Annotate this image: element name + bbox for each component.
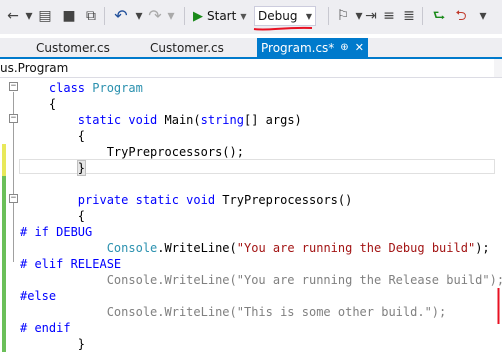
start-debugging-button[interactable]: ▶ Start ▼	[193, 6, 246, 26]
code-token: }	[20, 337, 86, 351]
format-document-icon[interactable]: ≣	[400, 6, 418, 26]
code-line[interactable]: }	[0, 160, 502, 176]
tab-label: Customer.cs	[150, 40, 224, 55]
code-token: Console.WriteLine("You are running the R…	[20, 273, 502, 287]
code-line[interactable]: # endif	[0, 320, 502, 336]
code-token: # if DEBUG	[20, 225, 93, 239]
code-text: Console.WriteLine("This is some other bu…	[20, 304, 447, 320]
code-text: Console.WriteLine("You are running the D…	[20, 240, 490, 256]
solution-configuration-select[interactable]: Debug ▼	[254, 6, 316, 26]
red-underline-annotation	[253, 26, 313, 31]
code-text: {	[20, 96, 56, 112]
matched-brace: }	[76, 160, 87, 176]
code-text: {	[20, 208, 85, 224]
start-label: Start	[207, 9, 237, 23]
tab-customer-cs-1[interactable]: Customer.cs	[36, 38, 110, 57]
code-text: {	[20, 128, 85, 144]
code-text: #else	[20, 288, 56, 304]
document-tab-bar: Customer.cs Customer.cs Program.cs* ⊕ ✕	[0, 38, 502, 57]
code-line[interactable]: # if DEBUG	[0, 224, 502, 240]
start-play-icon: ▶	[193, 8, 203, 24]
code-text: # endif	[20, 320, 71, 336]
code-token: {	[20, 129, 86, 143]
code-token: }	[20, 160, 87, 176]
code-text: # elif RELEASE	[20, 256, 121, 272]
toolbar: ← ▾ ▤ ■ ⧉ ↶ ▾ ↷ ▾ ▶ Start ▼ Debug ▼ ⚐ ▾ …	[0, 0, 502, 34]
tab-label: Customer.cs	[36, 40, 110, 55]
code-token: static void	[20, 113, 165, 127]
code-text: TryPreprocessors();	[20, 144, 244, 160]
code-line[interactable]: static void Main(string[] args)	[0, 112, 502, 128]
code-line[interactable]: Console.WriteLine("You are running the D…	[0, 240, 502, 256]
code-text: Console.WriteLine("You are running the R…	[20, 272, 502, 288]
code-line[interactable]: class Program	[0, 80, 502, 96]
code-token: [] args)	[243, 113, 302, 127]
code-line[interactable]: private static void TryPreprocessors()	[0, 192, 502, 208]
comment-icon[interactable]: ⮑	[430, 6, 448, 26]
tab-label: Program.cs*	[261, 40, 335, 55]
code-token: class	[20, 81, 93, 95]
code-text: }	[20, 160, 87, 176]
code-token: string	[200, 113, 244, 127]
code-text: private static void TryPreprocessors()	[20, 192, 353, 208]
code-token: # elif RELEASE	[20, 257, 122, 271]
new-project-icon[interactable]: ▤	[36, 6, 54, 26]
code-token: {	[20, 97, 57, 111]
tab-customer-cs-2[interactable]: Customer.cs	[150, 38, 224, 57]
toolbar-separator	[422, 7, 423, 25]
toolbar-separator	[104, 7, 105, 25]
uncomment-icon[interactable]: ⮌	[452, 6, 470, 26]
code-text: }	[20, 336, 85, 352]
configuration-value: Debug	[258, 9, 298, 23]
code-text: static void Main(string[] args)	[20, 112, 302, 128]
code-line[interactable]: Console.WriteLine("This is some other bu…	[0, 304, 502, 320]
code-token: {	[20, 209, 86, 223]
code-token: TryPreprocessors()	[222, 193, 353, 207]
tab-program-cs[interactable]: Program.cs* ⊕ ✕	[257, 38, 368, 57]
code-token: Program	[92, 81, 143, 95]
code-token: #else	[20, 289, 57, 303]
red-margin-annotation	[497, 288, 500, 324]
code-token: );	[475, 241, 490, 255]
code-token: Console.WriteLine("This is some other bu…	[20, 305, 447, 319]
code-token: Main(	[164, 113, 201, 127]
close-tab-icon[interactable]: ✕	[355, 41, 364, 54]
code-line[interactable]: TryPreprocessors();	[0, 144, 502, 160]
code-line[interactable]: {	[0, 96, 502, 112]
pin-tab-icon[interactable]: ⊕	[340, 42, 348, 53]
code-token: .WriteLine(	[157, 241, 237, 255]
chevron-down-icon: ▼	[305, 12, 312, 21]
toolbar-overflow-icon[interactable]: ▾	[474, 6, 492, 26]
code-token: "You are running the Debug build"	[236, 241, 476, 255]
code-line[interactable]: Console.WriteLine("You are running the R…	[0, 272, 502, 288]
navigation-bar[interactable]: us.Program	[0, 59, 502, 78]
code-token: private static void	[20, 193, 223, 207]
toolbar-separator	[328, 7, 329, 25]
code-text: # if DEBUG	[20, 224, 92, 240]
code-text: class Program	[20, 80, 143, 96]
code-line[interactable]: #else	[0, 288, 502, 304]
start-dropdown-icon[interactable]: ▼	[240, 12, 246, 21]
navbar-scroll-area	[494, 59, 502, 77]
code-line[interactable]: {	[0, 208, 502, 224]
code-token: # endif	[20, 321, 71, 335]
code-token: TryPreprocessors();	[20, 145, 244, 159]
code-line[interactable]: # elif RELEASE	[0, 256, 502, 272]
code-token: Console	[106, 241, 158, 255]
code-editor[interactable]: − − − class Program { static void Main(s…	[0, 78, 502, 359]
code-line[interactable]: {	[0, 128, 502, 144]
code-line[interactable]: }	[0, 336, 502, 352]
scope-dropdown[interactable]: us.Program	[0, 61, 68, 75]
indent-icon[interactable]: ≡	[380, 6, 398, 26]
redo-dropdown-icon[interactable]: ▾	[162, 6, 180, 26]
step-icon[interactable]: ⇥	[362, 6, 380, 26]
toolbar-separator	[184, 7, 185, 25]
save-all-icon[interactable]: ⧉	[82, 6, 100, 26]
undo-icon[interactable]: ↶	[112, 6, 130, 26]
save-icon[interactable]: ■	[60, 6, 78, 26]
code-line[interactable]	[0, 176, 502, 192]
